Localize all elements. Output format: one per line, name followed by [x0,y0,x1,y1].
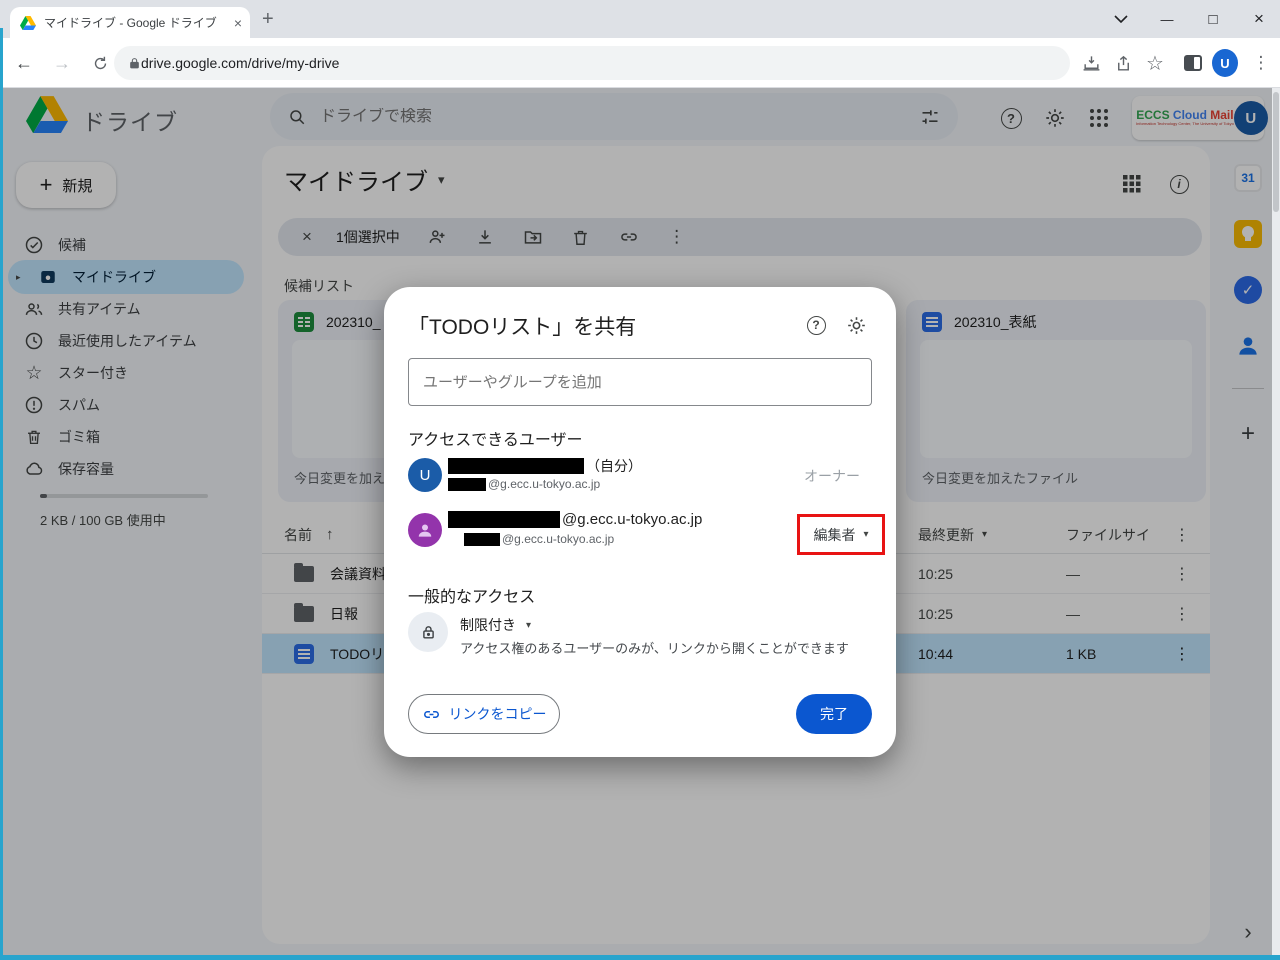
caret-down-icon: ▾ [526,620,531,631]
copy-link-button[interactable]: リンクをコピー [408,694,560,734]
window-minimize-button[interactable]: — [1144,0,1190,38]
shared-user-row[interactable]: @g.ecc.u-tokyo.ac.jp @g.ecc.u-tokyo.ac.j… [408,511,872,563]
tab-close-icon[interactable]: × [234,15,242,31]
redacted-email-prefix [448,478,486,491]
capture-border-left [0,28,3,960]
owner-role-label: オーナー [804,466,860,486]
bookmark-star-icon[interactable]: ☆ [1142,50,1168,76]
browser-window: マイドライブ - Google ドライブ × + — □ × ← → ☆ U ⋮ [0,0,1280,960]
redacted-name [448,458,584,474]
browser-menu-icon[interactable]: ⋮ [1248,50,1274,76]
add-people-field[interactable] [408,358,872,406]
browser-profile-avatar[interactable]: U [1212,50,1238,76]
capture-border-bottom [0,955,1280,960]
shared-user-row[interactable]: U （自分） @g.ecc.u-tokyo.ac.jp オーナー [408,456,872,508]
caret-down-icon: ▾ [863,529,868,540]
add-people-input[interactable] [423,359,857,405]
site-lock-icon[interactable] [128,56,141,71]
drive-page: ドライブ ? ECCS Cloud Mail Information Techn… [0,88,1280,960]
share-icon[interactable] [1110,50,1136,76]
back-button[interactable]: ← [12,51,36,75]
restricted-dropdown[interactable]: 制限付き ▾ [460,615,531,635]
access-heading: アクセスできるユーザー [408,426,583,450]
role-label: 編集者 [813,525,855,545]
user-avatar: U [408,458,442,492]
link-icon [422,705,441,724]
tab-title: マイドライブ - Google ドライブ [44,14,226,31]
reload-button[interactable] [88,51,112,75]
address-bar[interactable] [114,46,1070,80]
url-input[interactable] [141,55,1056,71]
redacted-name [448,511,560,528]
email-domain: @g.ecc.u-tokyo.ac.jp [562,511,702,528]
dialog-title: 「TODOリスト」を共有 [408,311,636,341]
email-domain: @g.ecc.u-tokyo.ac.jp [502,532,614,546]
redacted-email-prefix [464,533,500,546]
browser-tab[interactable]: マイドライブ - Google ドライブ × [10,7,250,38]
browser-titlebar: マイドライブ - Google ドライブ × + — □ × [0,0,1280,38]
done-button[interactable]: 完了 [796,694,872,734]
page-scrollbar[interactable] [1272,88,1280,960]
share-settings-gear-icon[interactable] [844,313,868,337]
restricted-description: アクセス権のあるユーザーのみが、リンクから開くことができます [460,638,849,657]
restricted-label: 制限付き [460,615,516,635]
drive-favicon [20,16,36,30]
share-help-icon[interactable]: ? [804,313,828,337]
email-domain: @g.ecc.u-tokyo.ac.jp [488,477,600,491]
new-tab-button[interactable]: + [262,8,274,31]
window-close-button[interactable]: × [1236,0,1280,38]
side-panel-icon[interactable] [1180,50,1206,76]
window-maximize-button[interactable]: □ [1190,0,1236,38]
tab-search-icon[interactable] [1098,0,1144,38]
user-avatar [408,513,442,547]
share-dialog: 「TODOリスト」を共有 ? アクセスできるユーザー U （自分） @g.ecc… [384,287,896,757]
forward-button[interactable]: → [50,51,74,75]
lock-icon [408,612,448,652]
scrollbar-thumb[interactable] [1273,92,1279,212]
self-suffix: （自分） [586,456,642,476]
editor-role-dropdown[interactable]: 編集者 ▾ [797,514,885,555]
save-page-icon[interactable] [1078,50,1104,76]
general-access-heading: 一般的なアクセス [408,583,535,607]
copy-link-label: リンクをコピー [449,704,547,724]
